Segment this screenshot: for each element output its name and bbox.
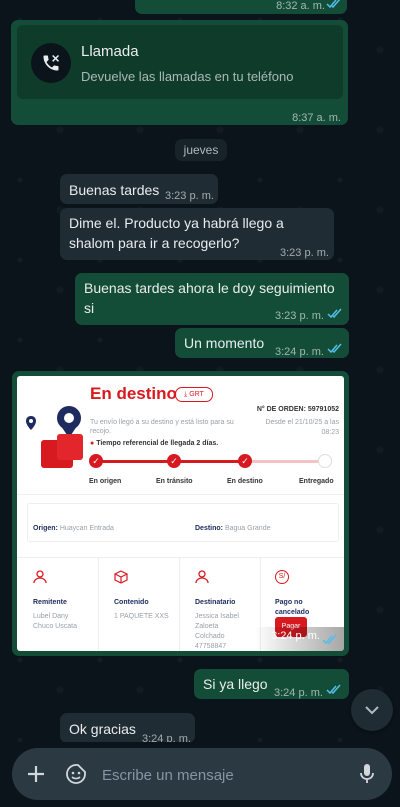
message-text-line: Dime el. Producto ya habrá llego a	[69, 215, 284, 231]
message-text-line: shalom para ir a recogerlo?	[69, 235, 240, 251]
call-message-bubble[interactable]: Llamada Devuelve las llamadas en tu telé…	[11, 20, 348, 125]
divider	[17, 494, 344, 495]
message-composer[interactable]	[12, 748, 392, 800]
tracking-screenshot[interactable]: En destino ⤓ GRT N° DE ORDEN: 59791052 T…	[17, 376, 344, 651]
message-bubble-partial[interactable]: 8:32 a. m.	[135, 0, 347, 14]
origin-label: Origen: Huaycan Entrada	[33, 519, 114, 539]
read-ticks-icon	[326, 0, 341, 9]
message-time: 3:23 p. m.	[165, 190, 214, 202]
message-time: 3:24 p. m.	[274, 687, 323, 699]
message-time: 3:23 p. m.	[280, 247, 329, 259]
grid-divider	[179, 557, 180, 651]
message-text: Ok gracias	[69, 721, 136, 737]
read-ticks-icon	[322, 634, 337, 645]
call-title: Llamada	[81, 43, 139, 60]
sender-name: Chuco Uscata	[33, 623, 77, 630]
call-subtitle: Devuelve las llamadas en tu teléfono	[81, 69, 294, 84]
grid-divider	[98, 557, 99, 651]
currency-icon: S/	[275, 570, 289, 584]
user-icon	[195, 570, 209, 584]
origin-label-text: Origen:	[33, 525, 58, 532]
step-dot-destination: ✓	[238, 454, 252, 468]
sticker-icon[interactable]	[65, 763, 87, 785]
step-label: En tránsito	[156, 478, 193, 485]
step-label: En origen	[89, 478, 122, 485]
chat-background: 8:32 a. m. Llamada Devuelve las llamadas…	[0, 0, 400, 807]
step-dot-origin: ✓	[89, 454, 103, 468]
content-value: 1 PAQUETE XXS	[114, 613, 169, 620]
package-illustration-icon	[41, 406, 83, 468]
incoming-message[interactable]: Ok gracias 3:24 p. m.	[60, 713, 195, 745]
user-icon	[33, 570, 47, 584]
scroll-to-bottom-button[interactable]	[351, 689, 393, 731]
eta-label: Tiempo referencial de llegada 2 días.	[96, 440, 219, 447]
recipient-id: 47758847	[195, 643, 227, 650]
read-ticks-icon	[327, 308, 342, 319]
message-text-line: si	[84, 300, 95, 316]
call-card[interactable]: Llamada Devuelve las llamadas en tu telé…	[17, 25, 343, 99]
step-label: En destino	[227, 478, 263, 485]
message-text: Si ya llego	[203, 676, 268, 692]
microphone-icon[interactable]	[358, 763, 376, 785]
message-text: Buenas tardes	[69, 182, 160, 198]
destination-value: Bagua Grande	[224, 525, 271, 532]
incoming-message[interactable]: Dime el. Producto ya habrá llego a shalo…	[60, 208, 334, 260]
eta-text: ● Tiempo referencial de llegada 2 días.	[90, 434, 218, 454]
plus-icon[interactable]	[26, 764, 46, 784]
status-title: En destino	[90, 384, 177, 403]
message-time: 3:23 p. m.	[275, 310, 324, 322]
message-time: 3:24 p. m.	[271, 630, 320, 642]
destination-label-text: Destino:	[195, 525, 223, 532]
date-divider: jueves	[175, 139, 227, 161]
read-ticks-icon	[327, 343, 342, 354]
read-ticks-icon	[326, 684, 341, 695]
destination-label: Destino: Bagua Grande	[195, 519, 271, 539]
message-text: Un momento	[184, 335, 265, 351]
grt-label: GRT	[189, 391, 204, 398]
message-input[interactable]	[100, 762, 334, 788]
incoming-message[interactable]: Buenas tardes 3:23 p. m.	[60, 174, 218, 204]
status-description: Tu envío llegó a su destino y está listo…	[90, 419, 234, 426]
missed-call-icon	[31, 43, 71, 83]
step-dot-delivered	[318, 454, 332, 468]
message-time: 3:24 p. m.	[275, 346, 324, 358]
since-time: 08:23	[321, 429, 339, 436]
outgoing-message[interactable]: Buenas tardes ahora le doy seguimiento s…	[75, 273, 349, 325]
image-message[interactable]: En destino ⤓ GRT N° DE ORDEN: 59791052 T…	[12, 371, 349, 656]
origin-value: Huaycan Entrada	[59, 525, 114, 532]
box-icon	[114, 570, 128, 584]
grt-badge[interactable]: ⤓ GRT	[175, 387, 213, 402]
chevron-down-icon	[365, 706, 379, 715]
step-label: Entregado	[299, 478, 334, 485]
message-time: 8:37 a. m.	[292, 112, 341, 124]
outgoing-message[interactable]: Un momento 3:24 p. m.	[175, 328, 349, 358]
outgoing-message[interactable]: Si ya llego 3:24 p. m.	[194, 669, 349, 699]
message-text-line: Buenas tardes ahora le doy seguimiento	[84, 280, 335, 296]
step-dot-transit: ✓	[167, 454, 181, 468]
message-time: 8:32 a. m.	[276, 0, 325, 12]
